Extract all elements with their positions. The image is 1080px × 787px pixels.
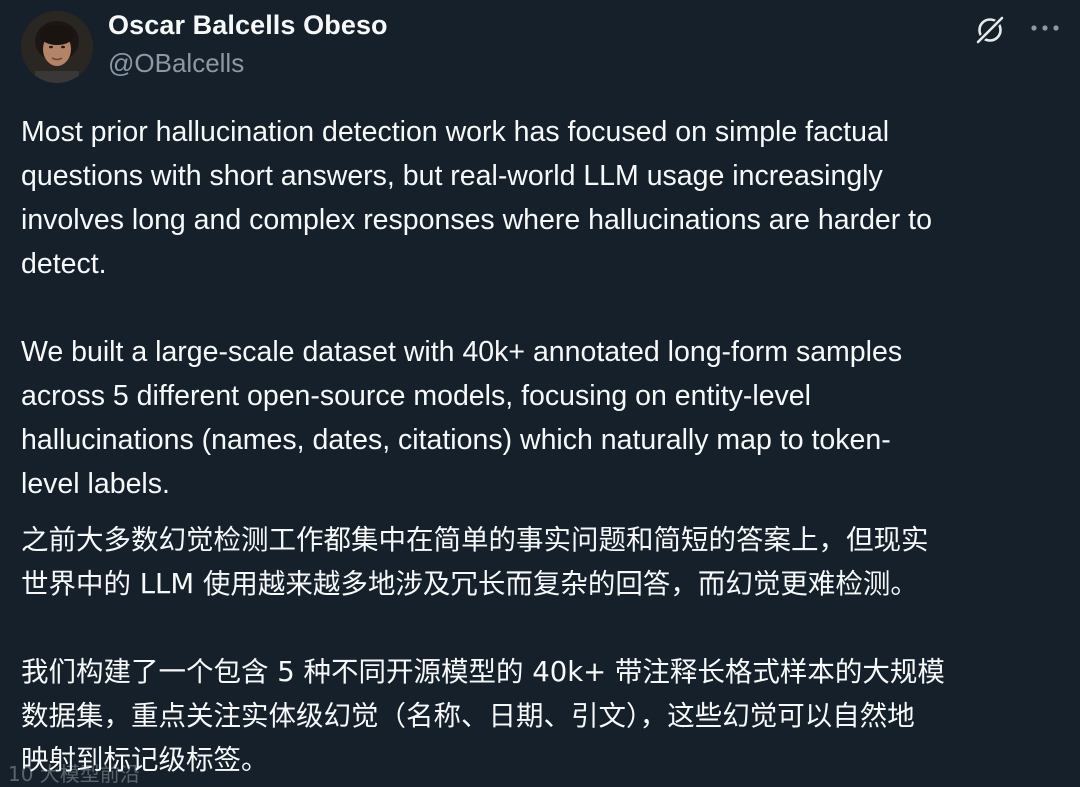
author-display-name[interactable]: Oscar Balcells Obeso [108,10,388,41]
more-horizontal-icon[interactable] [1028,14,1062,42]
author-handle[interactable]: @OBalcells [108,48,244,79]
watermark: 10 大模型前沿 [8,762,140,786]
avatar-image [21,11,93,83]
tweet-card: Oscar Balcells Obeso @OBalcells Most pri… [0,0,1080,786]
tweet-body-chinese: 之前大多数幻觉检测工作都集中在简单的事实问题和简短的答案上，但现实 世界中的 L… [21,518,1066,782]
tweet-body-english: Most prior hallucination detection work … [21,110,1066,506]
tweet-paragraph-translation: 我们构建了一个包含 5 种不同开源模型的 40k+ 带注释长格式样本的大规模 数… [21,656,945,776]
avatar[interactable] [21,11,93,83]
grok-icon[interactable] [972,12,1008,48]
tweet-paragraph: We built a large-scale dataset with 40k+… [21,336,903,500]
tweet-paragraph-translation: 之前大多数幻觉检测工作都集中在简单的事实问题和简短的答案上，但现实 世界中的 L… [21,524,929,600]
tweet-paragraph: Most prior hallucination detection work … [21,116,932,280]
